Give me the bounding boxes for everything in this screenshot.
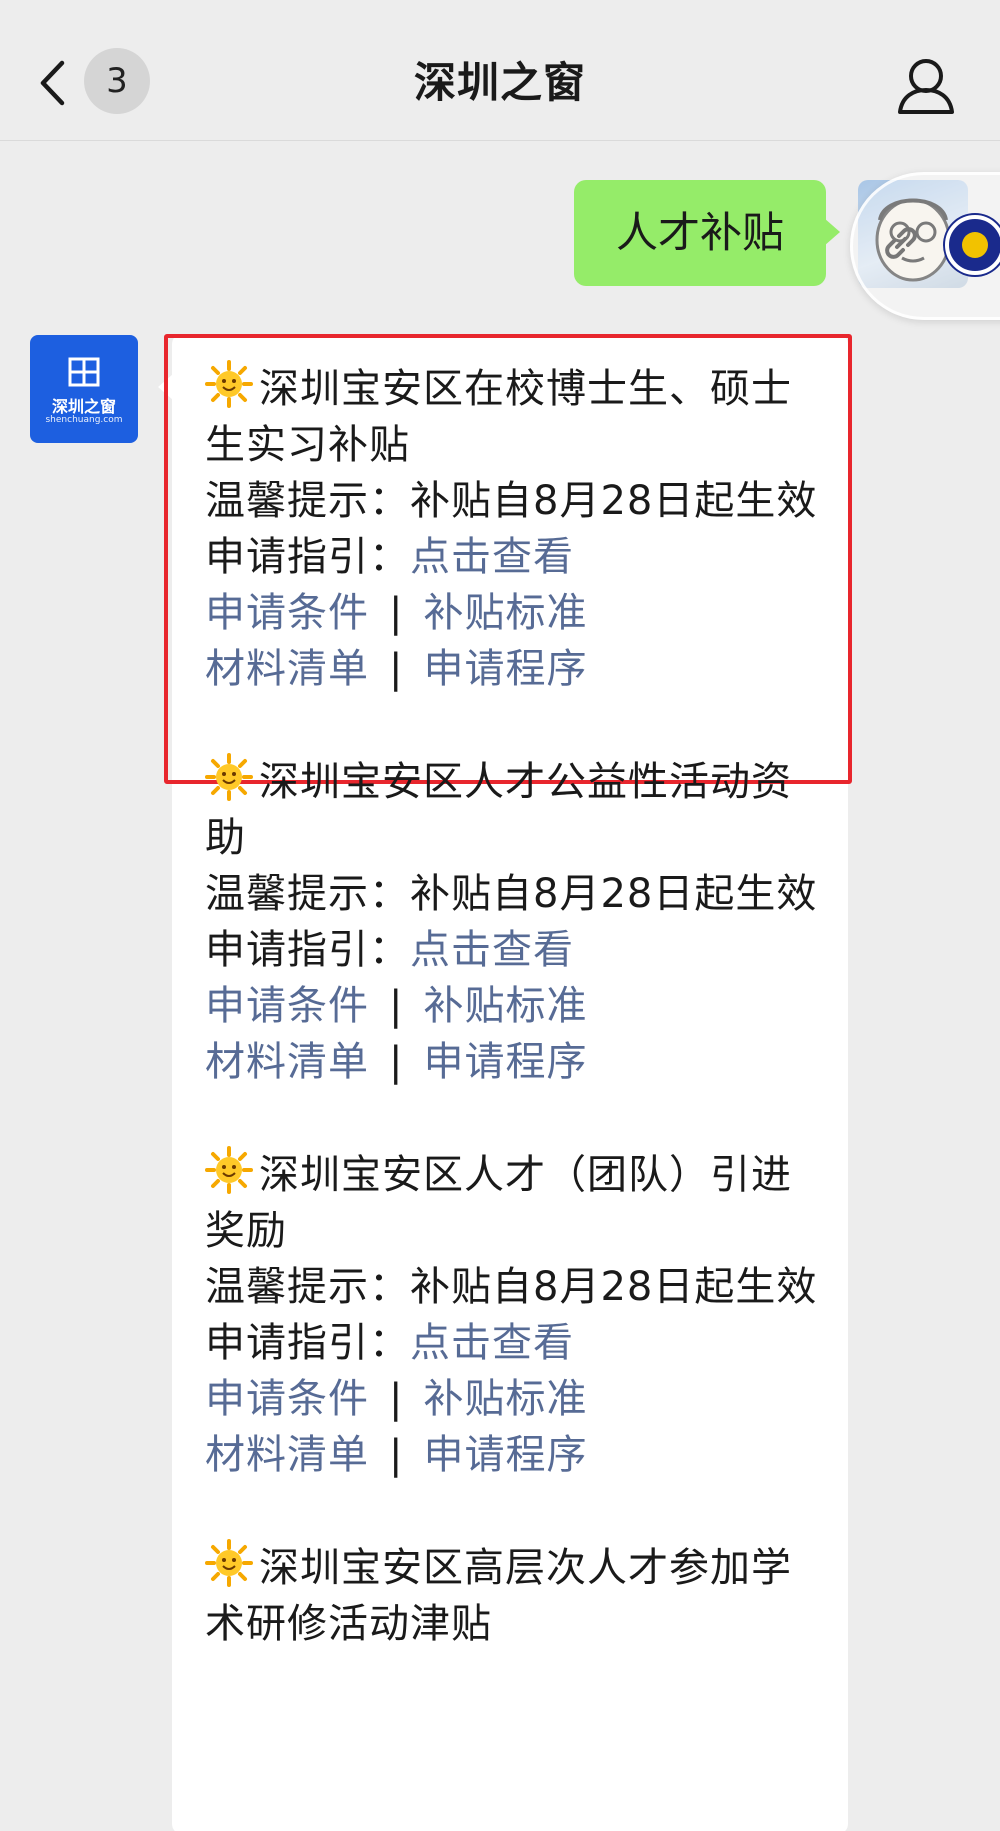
item-tip: 温馨提示：补贴自8月28日起生效 — [205, 473, 830, 529]
item-title: 深圳宝安区在校博士生、硕士生实习补贴 — [205, 360, 830, 473]
procedure-link[interactable]: 申请程序 — [423, 1432, 587, 1478]
view-details-link[interactable]: 点击查看 — [410, 534, 574, 580]
item-links-row: 材料清单 | 申请程序 — [205, 641, 830, 697]
sun-emoji-icon — [205, 1146, 253, 1194]
subsidy-item: 深圳宝安区人才（团队）引进奖励 温馨提示：补贴自8月28日起生效 申请指引：点击… — [205, 1146, 830, 1483]
separator: | — [389, 1432, 404, 1478]
item-links-row: 材料清单 | 申请程序 — [205, 1034, 830, 1090]
brand-avatar-name: 深圳之窗 — [51, 397, 116, 416]
item-guide: 申请指引：点击查看 — [205, 1315, 830, 1371]
tip-label: 温馨提示： — [205, 871, 410, 917]
standard-link[interactable]: 补贴标准 — [423, 1376, 587, 1422]
separator: | — [389, 590, 404, 636]
guide-label: 申请指引： — [205, 1320, 410, 1366]
view-details-link[interactable]: 点击查看 — [410, 1320, 574, 1366]
message-content: 深圳宝安区在校博士生、硕士生实习补贴 温馨提示：补贴自8月28日起生效 申请指引… — [205, 360, 830, 1708]
guide-label: 申请指引： — [205, 534, 410, 580]
item-tip: 温馨提示：补贴自8月28日起生效 — [205, 1259, 830, 1315]
link-icon — [885, 227, 917, 259]
subsidy-item: 深圳宝安区人才公益性活动资助 温馨提示：补贴自8月28日起生效 申请指引：点击查… — [205, 753, 830, 1090]
procedure-link[interactable]: 申请程序 — [423, 646, 587, 692]
window-icon — [68, 357, 100, 387]
guide-label: 申请指引： — [205, 927, 410, 973]
tip-text: 补贴自8月28日起生效 — [410, 478, 818, 524]
materials-link[interactable]: 材料清单 — [205, 646, 369, 692]
subsidy-item: 深圳宝安区高层次人才参加学术研修活动津贴 — [205, 1539, 830, 1652]
item-title: 深圳宝安区高层次人才参加学术研修活动津贴 — [205, 1539, 830, 1652]
conditions-link[interactable]: 申请条件 — [205, 590, 369, 636]
materials-link[interactable]: 材料清单 — [205, 1039, 369, 1085]
procedure-link[interactable]: 申请程序 — [423, 1039, 587, 1085]
item-title-text: 深圳宝安区人才公益性活动资助 — [205, 759, 792, 861]
profile-button[interactable] — [892, 52, 960, 120]
brand-avatar[interactable]: 深圳之窗 shenchuang.com — [30, 335, 138, 443]
item-guide: 申请指引：点击查看 — [205, 922, 830, 978]
view-details-link[interactable]: 点击查看 — [410, 927, 574, 973]
floating-link-bubble[interactable] — [850, 172, 1000, 320]
sun-emoji-icon — [205, 360, 253, 408]
standard-link[interactable]: 补贴标准 — [423, 983, 587, 1029]
page-title: 深圳之窗 — [413, 58, 586, 107]
item-title-text: 深圳宝安区在校博士生、硕士生实习补贴 — [205, 366, 792, 468]
item-title-text: 深圳宝安区高层次人才参加学术研修活动津贴 — [205, 1545, 792, 1647]
item-links-row: 申请条件 | 补贴标准 — [205, 1371, 830, 1427]
materials-link[interactable]: 材料清单 — [205, 1432, 369, 1478]
conditions-link[interactable]: 申请条件 — [205, 1376, 369, 1422]
separator: | — [389, 646, 404, 692]
sun-emoji-icon — [205, 1539, 253, 1587]
item-title: 深圳宝安区人才公益性活动资助 — [205, 753, 830, 866]
tip-label: 温馨提示： — [205, 1264, 410, 1310]
sun-emoji-icon — [205, 753, 253, 801]
item-tip: 温馨提示：补贴自8月28日起生效 — [205, 866, 830, 922]
item-links-row: 申请条件 | 补贴标准 — [205, 585, 830, 641]
standard-link[interactable]: 补贴标准 — [423, 590, 587, 636]
outgoing-message-bubble[interactable]: 人才补贴 — [574, 180, 840, 286]
subsidy-item: 深圳宝安区在校博士生、硕士生实习补贴 温馨提示：补贴自8月28日起生效 申请指引… — [205, 360, 830, 697]
navigation-bar: 3 深圳之窗 — [0, 0, 1000, 141]
person-icon — [898, 59, 954, 114]
tip-text: 补贴自8月28日起生效 — [410, 871, 818, 917]
item-title: 深圳宝安区人才（团队）引进奖励 — [205, 1146, 830, 1259]
conditions-link[interactable]: 申请条件 — [205, 983, 369, 1029]
separator: | — [389, 983, 404, 1029]
separator: | — [389, 1376, 404, 1422]
tip-text: 补贴自8月28日起生效 — [410, 1264, 818, 1310]
item-links-row: 申请条件 | 补贴标准 — [205, 978, 830, 1034]
separator: | — [389, 1039, 404, 1085]
tip-label: 温馨提示： — [205, 478, 410, 524]
item-guide: 申请指引：点击查看 — [205, 529, 830, 585]
brand-avatar-url: shenchuang.com — [45, 415, 123, 425]
emblem-seal-icon — [945, 215, 1000, 275]
item-links-row: 材料清单 | 申请程序 — [205, 1427, 830, 1483]
item-title-text: 深圳宝安区人才（团队）引进奖励 — [205, 1152, 792, 1254]
